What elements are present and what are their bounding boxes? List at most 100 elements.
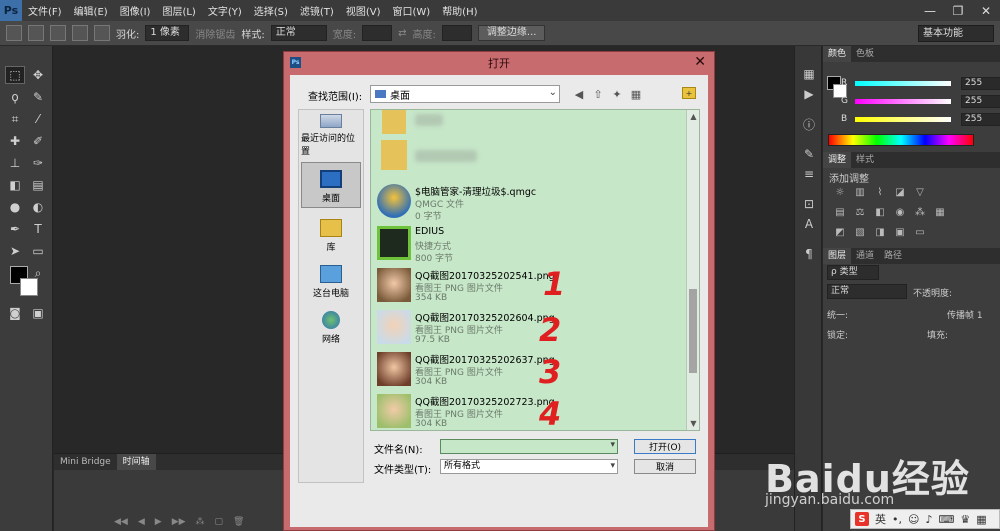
posterize-icon[interactable]: ▧ [853,226,867,238]
green-value[interactable]: 255 [961,94,1000,108]
hue-saturation-icon[interactable]: ▤ [833,206,847,218]
clone-source-icon[interactable]: ⊡ [800,196,818,212]
blur-tool-icon[interactable]: ● [5,198,25,216]
tools-icon[interactable]: ▦ [976,513,986,526]
scroll-thumb[interactable] [689,289,697,373]
list-item[interactable]: QQ截图20170325202541.png 看图王 PNG 图片文件 354 … [377,266,677,308]
green-slider[interactable]: G 255 [841,94,1000,108]
black-white-icon[interactable]: ◧ [873,206,887,218]
selective-color-icon[interactable]: ▣ [893,226,907,238]
swap-icon[interactable]: ⇄ [398,28,406,39]
threshold-icon[interactable]: ◨ [873,226,887,238]
tab-swatches[interactable]: 色板 [851,46,879,62]
eyedropper-tool-icon[interactable]: ⁄ [28,110,48,128]
crop-tool-icon[interactable]: ⌗ [5,110,25,128]
tab-styles[interactable]: 样式 [851,152,879,168]
brush-panel-icon[interactable]: ✎ [800,146,818,162]
photo-filter-icon[interactable]: ◉ [893,206,907,218]
info-panel-icon[interactable]: ⓘ [800,116,818,132]
blend-mode-select[interactable]: 正常 [827,284,907,299]
list-item[interactable]: EDIUS 快捷方式 800 字节 [377,224,677,266]
tab-layers[interactable]: 图层 [823,248,852,264]
folder-action-icon[interactable]: + [682,87,696,99]
prev-frame-icon[interactable]: ◀ [138,517,145,527]
width-input[interactable] [362,25,393,41]
channel-mixer-icon[interactable]: ⁂ [913,206,927,218]
exposure-icon[interactable]: ◪ [893,186,907,198]
history-brush-tool-icon[interactable]: ✑ [28,154,48,172]
menu-help[interactable]: 帮助(H) [436,3,483,18]
height-input[interactable] [441,25,472,41]
file-list-scrollbar[interactable]: ▲ ▼ [686,110,699,430]
menu-view[interactable]: 视图(V) [340,3,387,18]
pen-tool-icon[interactable]: ✒ [5,220,25,238]
maximize-button[interactable]: ❐ [944,0,972,21]
eraser-tool-icon[interactable]: ◧ [5,176,25,194]
red-slider[interactable]: R 255 [841,76,1000,90]
new-folder-icon[interactable]: ✦ [610,87,624,101]
skin-icon[interactable]: ♛ [960,513,970,526]
mic-icon[interactable]: ♪ [925,513,932,526]
tab-color[interactable]: 颜色 [823,46,852,62]
emoji-icon[interactable]: ☺ [908,513,919,526]
menu-file[interactable]: 文件(F) [22,3,68,18]
first-frame-icon[interactable]: ◀◀ [114,517,128,527]
punctuation-icon[interactable]: •, [892,513,902,526]
type-tool-icon[interactable]: T [28,220,48,238]
curves-icon[interactable]: ⌇ [873,186,887,198]
tab-channels[interactable]: 通道 [851,248,879,264]
menu-type[interactable]: 文字(Y) [202,3,248,18]
gradient-map-icon[interactable]: ▭ [913,226,927,238]
duplicate-frame-icon[interactable]: ▢ [215,517,224,527]
red-value[interactable]: 255 [961,76,1000,90]
color-lookup-icon[interactable]: ▦ [933,206,947,218]
paragraph-panel-icon[interactable]: ¶ [800,246,818,262]
tab-paths[interactable]: 路径 [879,248,907,264]
chevron-down-icon[interactable]: ▾ [610,440,615,450]
back-icon[interactable]: ◀ [572,87,586,101]
tween-icon[interactable]: ⁂ [196,517,205,527]
new-selection-icon[interactable] [28,25,44,41]
clone-stamp-tool-icon[interactable]: ⊥ [5,154,25,172]
character-panel-icon[interactable]: A [800,216,818,232]
layer-kind-filter[interactable]: ρ 类型 [827,265,879,280]
quick-mask-icon[interactable]: ◙ [5,304,25,322]
tab-timeline[interactable]: 时间轴 [116,454,156,470]
color-balance-icon[interactable]: ⚖ [853,206,867,218]
screen-mode-icon[interactable]: ▣ [28,304,48,322]
feather-input[interactable]: 1 像素 [145,25,190,41]
workspace-select[interactable]: 基本功能 [918,25,994,42]
list-item[interactable] [377,138,677,180]
next-frame-icon[interactable]: ▶▶ [172,517,186,527]
refine-edge-button[interactable]: 调整边缘... [477,25,546,41]
keyboard-icon[interactable]: ⌨ [939,513,955,526]
view-menu-icon[interactable]: ▦ [629,87,643,101]
quick-select-tool-icon[interactable]: ✎ [28,88,48,106]
brightness-icon[interactable]: ☼ [833,186,847,198]
list-item[interactable]: QQ截图20170325202604.png 看图王 PNG 图片文件 97.5… [377,308,677,350]
move-tool-icon[interactable]: ✥ [28,66,48,84]
scroll-down-icon[interactable]: ▼ [688,418,699,429]
intersect-selection-icon[interactable] [94,25,110,41]
minimize-button[interactable]: — [916,0,944,21]
blue-value[interactable]: 255 [961,112,1000,126]
style-select[interactable]: 正常 [270,25,327,41]
propagate-frame-checkbox[interactable]: 传播帧 1 [947,308,983,321]
filename-input[interactable]: ▾ [440,439,618,454]
marquee-preset-icon[interactable] [6,25,22,41]
cancel-button[interactable]: 取消 [634,459,696,474]
delete-frame-icon[interactable]: 🗑 [233,517,244,527]
close-window-button[interactable]: ✕ [972,0,1000,21]
up-folder-icon[interactable]: ⇧ [591,87,605,101]
path-select-tool-icon[interactable]: ➤ [5,242,25,260]
lasso-tool-icon[interactable]: ϙ [5,88,25,106]
menu-filter[interactable]: 滤镜(T) [294,3,340,18]
open-button[interactable]: 打开(O) [634,439,696,454]
scroll-up-icon[interactable]: ▲ [688,111,699,122]
invert-icon[interactable]: ◩ [833,226,847,238]
place-this-pc[interactable]: 这台电脑 [301,256,361,302]
dialog-close-icon[interactable]: ✕ [694,54,706,70]
tab-mini-bridge[interactable]: Mini Bridge [54,454,117,470]
menu-image[interactable]: 图像(I) [114,3,157,18]
subtract-selection-icon[interactable] [72,25,88,41]
